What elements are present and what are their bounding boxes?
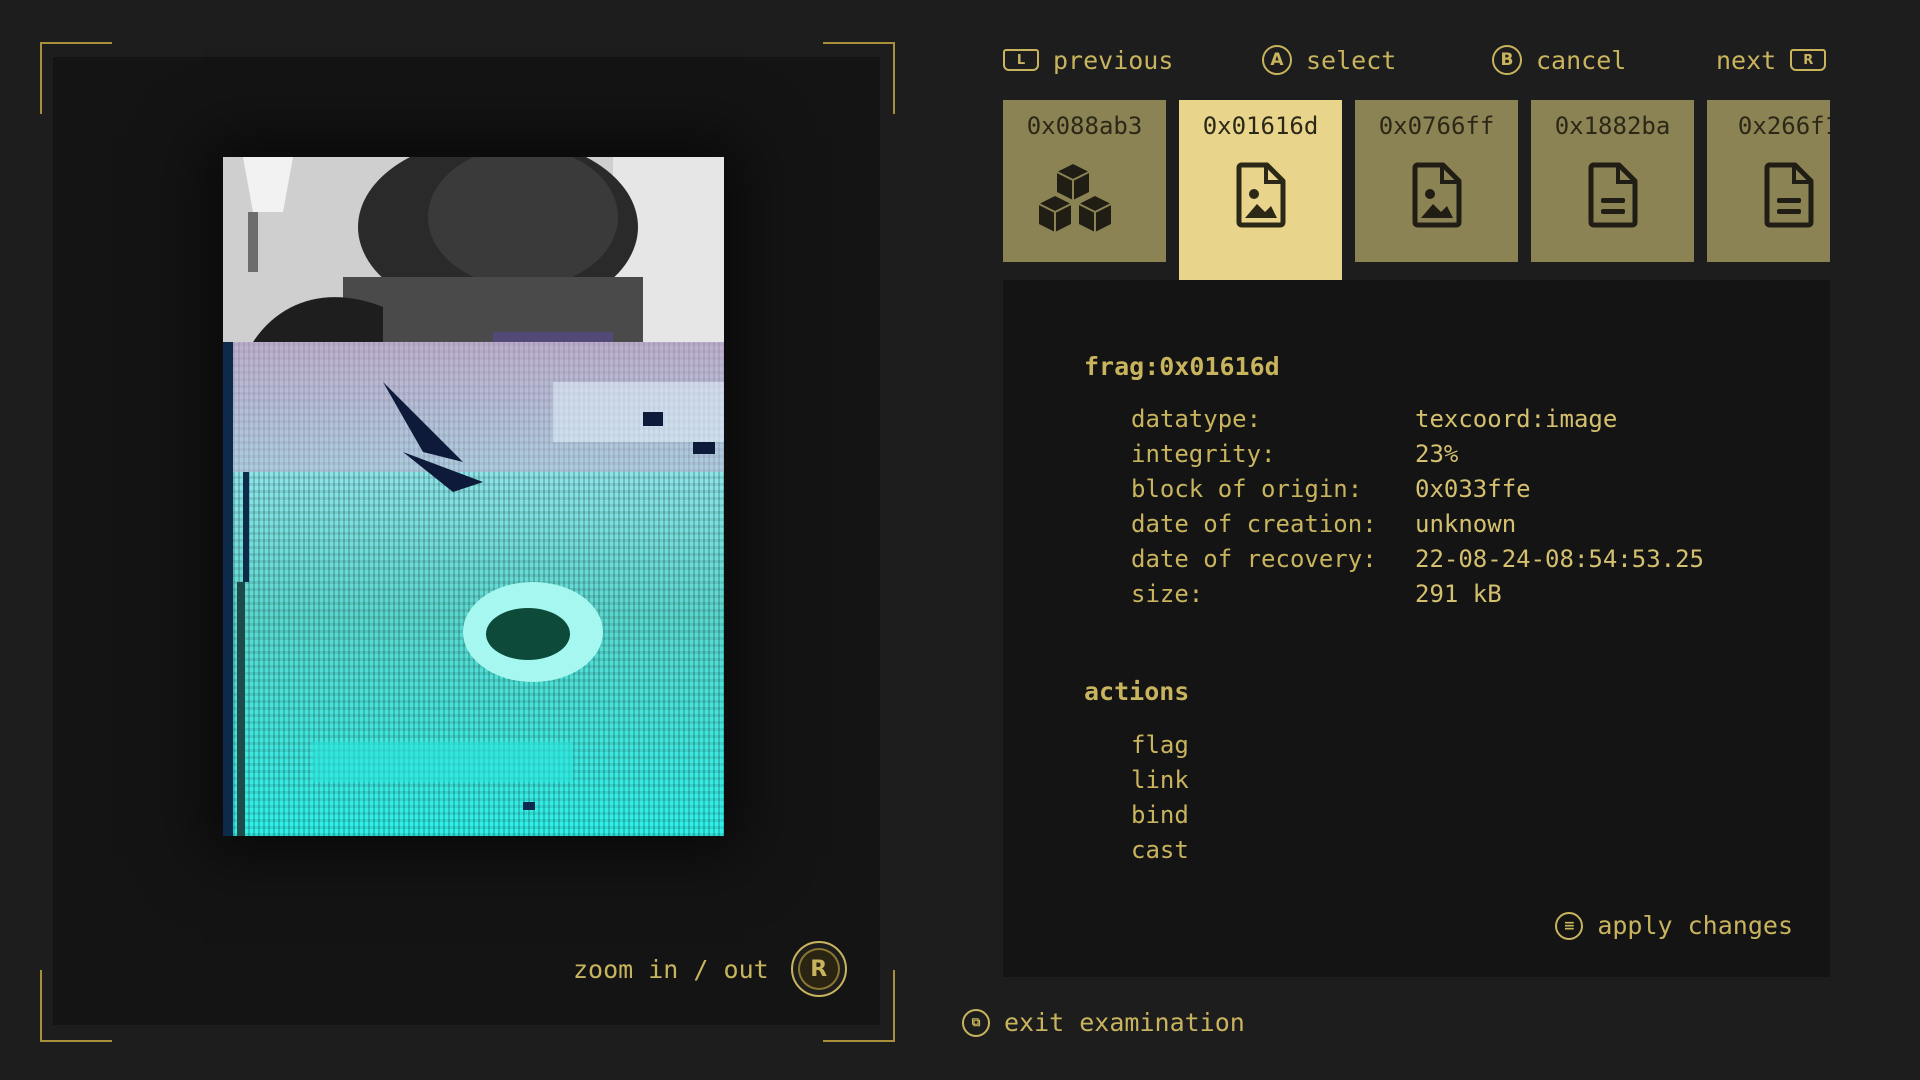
tile-id: 0x0766ff [1378, 112, 1495, 140]
image-file-icon [1236, 162, 1285, 228]
action-flag[interactable]: flag [1131, 728, 1189, 763]
action-link[interactable]: link [1131, 763, 1189, 798]
image-file-icon [1412, 162, 1461, 228]
b-button-icon: B [1492, 45, 1522, 75]
select-control[interactable]: A select [1262, 40, 1396, 80]
previous-control[interactable]: L previous [1003, 40, 1173, 80]
property-row: date of recovery: 22-08-24-08:54:53.25 [1131, 542, 1704, 577]
property-list: datatype: texcoord:image integrity: 23% … [1131, 402, 1704, 612]
property-row: datatype: texcoord:image [1131, 402, 1704, 437]
navigation-controls: L previous A select B cancel next R [1000, 40, 1830, 80]
photo-portion [223, 157, 724, 342]
action-bind[interactable]: bind [1131, 798, 1189, 833]
property-row: size: 291 kB [1131, 577, 1704, 612]
property-key: datatype: [1131, 405, 1262, 433]
property-key: block of origin: [1131, 475, 1363, 503]
fragment-tile-selected[interactable]: 0x01616d [1179, 100, 1342, 280]
apply-changes-label: apply changes [1597, 911, 1793, 940]
property-key: date of recovery: [1131, 545, 1377, 573]
tile-id: 0x01616d [1202, 112, 1319, 140]
action-cast[interactable]: cast [1131, 833, 1189, 868]
zoom-control[interactable]: zoom in / out R [573, 941, 847, 997]
fragment-preview-image[interactable] [223, 157, 724, 836]
fragment-tile[interactable]: 0x088ab3 [1003, 100, 1166, 262]
exit-examination-label: exit examination [1004, 1008, 1245, 1037]
property-row: integrity: 23% [1131, 437, 1704, 472]
fragment-title: frag:0x01616d [1084, 352, 1280, 381]
property-value: 291 kB [1415, 580, 1502, 608]
zoom-label: zoom in / out [573, 954, 769, 984]
fragment-viewer[interactable]: zoom in / out R [53, 57, 880, 1025]
a-button-icon: A [1262, 45, 1292, 75]
property-value: texcoord:image [1415, 405, 1618, 433]
property-value: 22-08-24-08:54:53.25 [1415, 545, 1704, 573]
right-stick-icon[interactable]: R [790, 941, 847, 997]
fragment-tile-strip: 0x088ab3 0x01616d 0x0766ff 0x1882ba 0x26… [1003, 100, 1830, 280]
left-shoulder-button-icon: L [1003, 49, 1039, 71]
tile-id: 0x088ab3 [1026, 112, 1143, 140]
property-value: unknown [1415, 510, 1517, 538]
fragment-tile[interactable]: 0x1882ba [1531, 100, 1694, 262]
cancel-label: cancel [1536, 45, 1627, 75]
actions-heading: actions [1084, 677, 1190, 706]
property-value: 0x033ffe [1415, 475, 1531, 503]
glitch-artifacts [223, 342, 724, 836]
previous-label: previous [1053, 45, 1174, 75]
portrait-photo [223, 157, 724, 342]
action-list: flag link bind cast [1131, 728, 1189, 868]
apply-changes-button[interactable]: ≡ apply changes [1555, 911, 1793, 940]
corrupted-data-region [223, 342, 724, 836]
menu-button-icon: ≡ [1555, 911, 1584, 940]
cancel-control[interactable]: B cancel [1492, 40, 1626, 80]
text-file-icon [1588, 162, 1637, 228]
cubes-icon [1038, 164, 1111, 232]
tile-id: 0x266f1 [1737, 112, 1830, 140]
next-control[interactable]: next R [1716, 40, 1827, 80]
next-label: next [1716, 45, 1777, 75]
property-key: integrity: [1131, 440, 1276, 468]
property-row: date of creation: unknown [1131, 507, 1704, 542]
property-value: 23% [1415, 440, 1459, 468]
text-file-icon [1764, 162, 1813, 228]
right-shoulder-button-icon: R [1790, 49, 1827, 71]
property-row: block of origin: 0x033ffe [1131, 472, 1704, 507]
exit-examination-button[interactable]: ⧉ exit examination [962, 1008, 1245, 1037]
view-button-icon: ⧉ [962, 1008, 990, 1037]
fragment-tile[interactable]: 0x266f1 [1707, 100, 1830, 262]
property-key: date of creation: [1131, 510, 1377, 538]
fragment-details-panel: frag:0x01616d datatype: texcoord:image i… [1003, 280, 1830, 977]
property-key: size: [1131, 580, 1204, 608]
select-label: select [1306, 45, 1397, 75]
tile-id: 0x1882ba [1554, 112, 1671, 140]
fragment-tile[interactable]: 0x0766ff [1355, 100, 1518, 262]
